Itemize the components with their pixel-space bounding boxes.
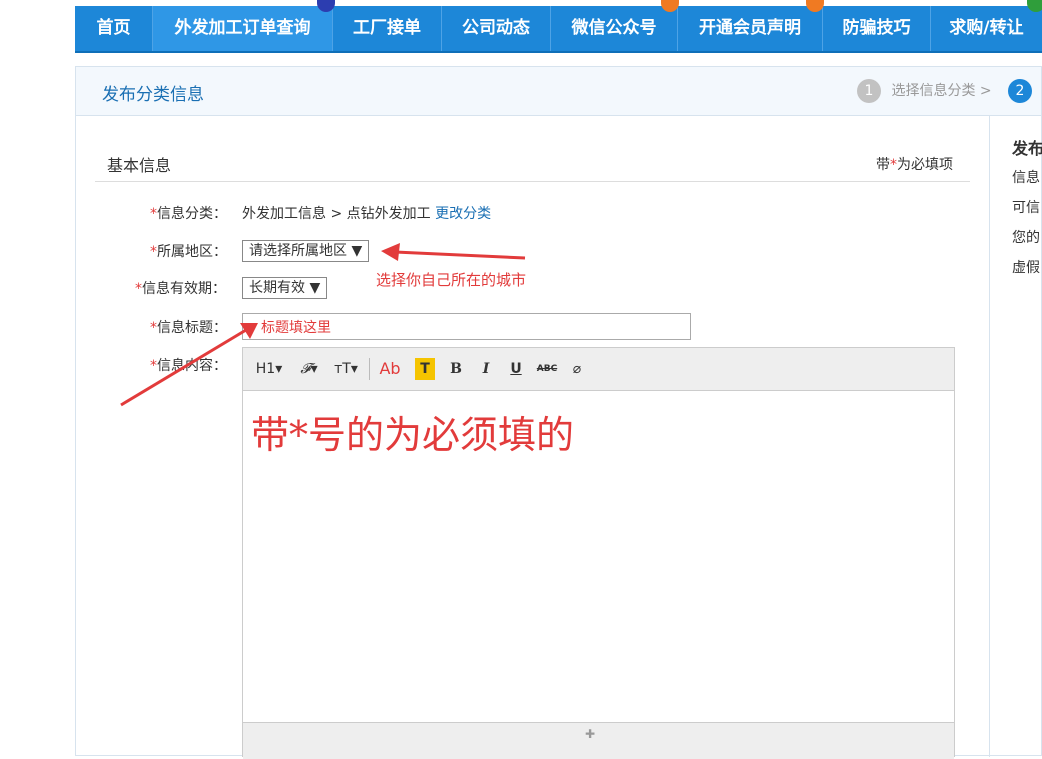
arrow-to-title-input — [120, 323, 258, 407]
arrow-to-region-select — [381, 243, 526, 261]
annotation-arrows — [120, 243, 526, 407]
